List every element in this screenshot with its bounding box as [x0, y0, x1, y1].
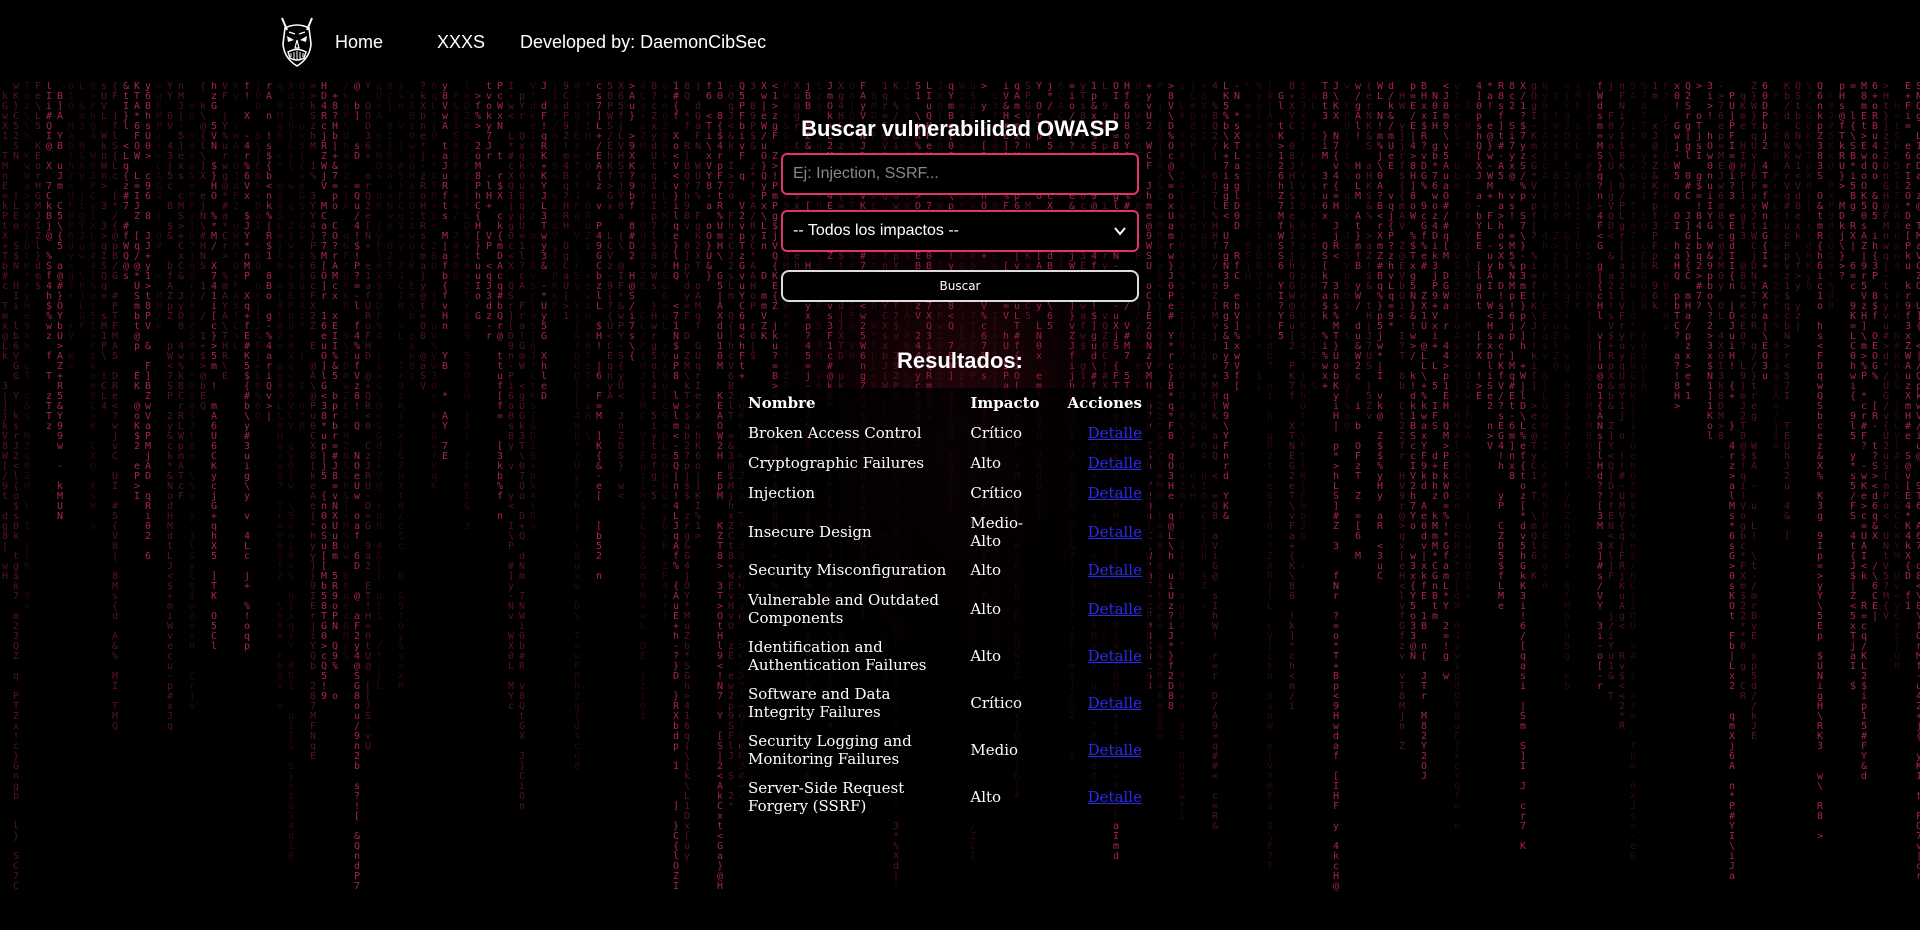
- nav-xxxs-link[interactable]: XXXS: [437, 32, 485, 52]
- search-button[interactable]: Buscar: [781, 270, 1139, 302]
- detail-link[interactable]: Detalle: [1088, 484, 1142, 502]
- table-header-row: Nombre Impacto Acciones: [740, 388, 1150, 418]
- row-name: Identification and Authentication Failur…: [748, 637, 927, 674]
- table-row: Insecure Design Medio-Alto Detalle: [740, 508, 1150, 555]
- row-name: Software and Data Integrity Failures: [748, 684, 891, 721]
- detail-link[interactable]: Detalle: [1088, 741, 1142, 759]
- row-impact: Alto: [970, 561, 1002, 579]
- detail-link[interactable]: Detalle: [1088, 424, 1142, 442]
- row-name: Security Misconfiguration: [748, 561, 947, 579]
- row-impact: Crítico: [970, 693, 1023, 712]
- oni-mask-icon[interactable]: [277, 14, 317, 70]
- table-row: Cryptographic Failures Alto Detalle: [740, 448, 1150, 478]
- detail-link[interactable]: Detalle: [1088, 647, 1142, 665]
- row-name: Cryptographic Failures: [748, 454, 925, 472]
- search-title: Buscar vulnerabilidad OWASP: [801, 116, 1119, 141]
- row-name: Injection: [748, 484, 816, 502]
- nav-developer-link[interactable]: Developed by: DaemonCibSec: [520, 32, 766, 52]
- detail-link[interactable]: Detalle: [1088, 523, 1142, 541]
- table-row: Security Misconfiguration Alto Detalle: [740, 555, 1150, 585]
- table-row: Server-Side Request Forgery (SSRF) Alto …: [740, 773, 1150, 820]
- table-row: Identification and Authentication Failur…: [740, 632, 1150, 679]
- column-header-actions: Acciones: [1067, 394, 1142, 412]
- impact-select[interactable]: -- Todos los impactos --: [781, 210, 1139, 252]
- column-header-name: Nombre: [748, 394, 816, 412]
- column-header-impact: Impacto: [970, 394, 1040, 412]
- row-name: Vulnerable and Outdated Components: [748, 590, 940, 627]
- table-row: Software and Data Integrity Failures Crí…: [740, 679, 1150, 726]
- row-name: Insecure Design: [748, 522, 872, 541]
- table-row: Injection Crítico Detalle: [740, 478, 1150, 508]
- row-impact: Medio: [970, 740, 1019, 759]
- row-impact: Alto: [970, 599, 1002, 618]
- row-impact: Alto: [970, 646, 1002, 665]
- row-impact: Medio-Alto: [962, 508, 1059, 555]
- impact-select-value: -- Todos los impactos --: [793, 222, 959, 239]
- table-row: Vulnerable and Outdated Components Alto …: [740, 585, 1150, 632]
- detail-link[interactable]: Detalle: [1088, 454, 1142, 472]
- row-impact-text: Medio-Alto: [970, 513, 1024, 550]
- table-row: Broken Access Control Crítico Detalle: [740, 418, 1150, 448]
- chevron-down-icon: [1113, 224, 1127, 238]
- table-row: Security Logging and Monitoring Failures…: [740, 726, 1150, 773]
- detail-link[interactable]: Detalle: [1088, 600, 1142, 618]
- results-table: Nombre Impacto Acciones Broken Access Co…: [740, 388, 1150, 820]
- detail-link[interactable]: Detalle: [1088, 561, 1142, 579]
- row-impact: Crítico: [970, 424, 1023, 442]
- row-impact: Alto: [970, 787, 1002, 806]
- row-impact: Crítico: [970, 484, 1023, 502]
- row-name: Broken Access Control: [748, 424, 922, 442]
- row-name: Security Logging and Monitoring Failures: [748, 731, 912, 768]
- row-impact: Alto: [970, 454, 1002, 472]
- detail-link[interactable]: Detalle: [1088, 788, 1142, 806]
- nav-home-link[interactable]: Home: [335, 32, 383, 52]
- navbar: Home XXXS Developed by: DaemonCibSec: [0, 0, 1920, 82]
- main-content: Buscar vulnerabilidad OWASP -- Todos los…: [0, 82, 1920, 930]
- search-input[interactable]: [781, 153, 1139, 195]
- results-title: Resultados:: [897, 348, 1023, 373]
- row-name: Server-Side Request Forgery (SSRF): [748, 778, 905, 815]
- detail-link[interactable]: Detalle: [1088, 694, 1142, 712]
